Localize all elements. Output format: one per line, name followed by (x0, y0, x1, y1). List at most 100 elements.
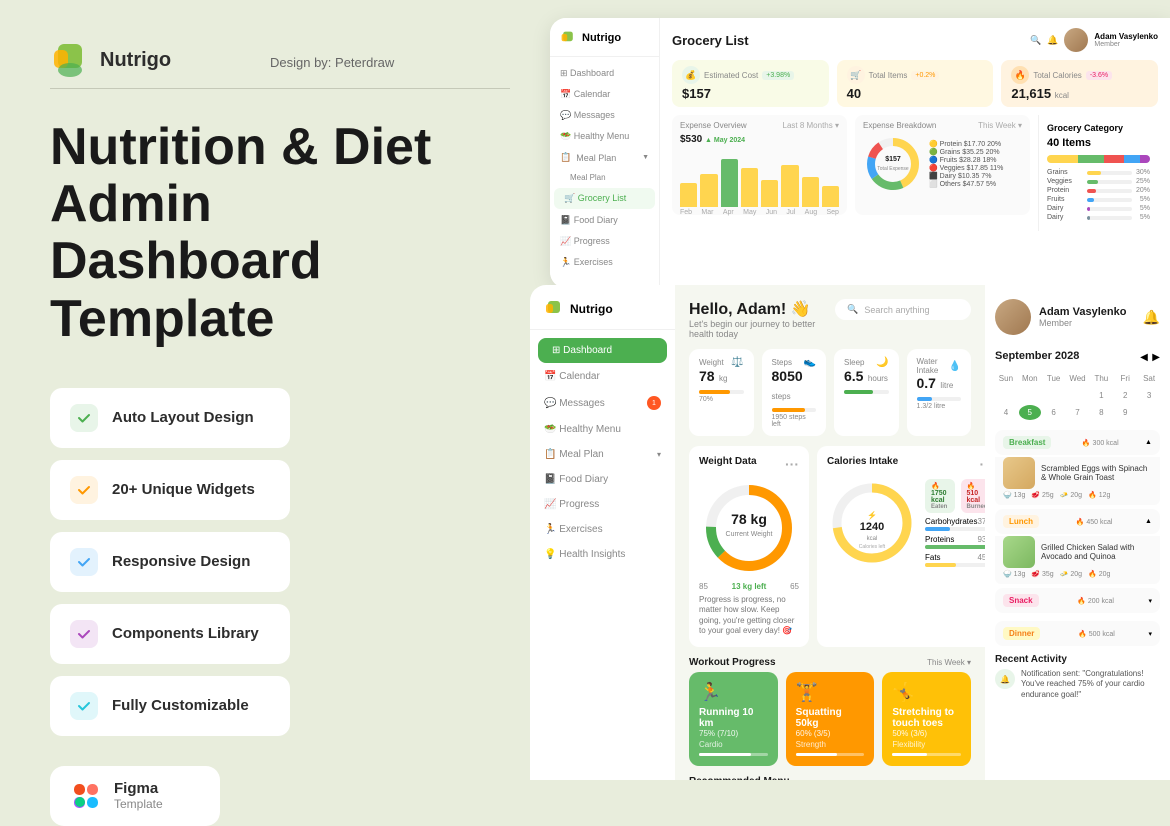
cal-date-empty3 (1043, 388, 1065, 403)
sleep-value: 6.5 hours (844, 368, 889, 386)
search-bar[interactable]: 🔍 Search anything (835, 299, 971, 320)
nav-healthy-menu[interactable]: 🥗 Healthy Menu (550, 126, 659, 147)
nav-food-diary[interactable]: 📓 Food Diary (550, 210, 659, 231)
cal-prev-btn[interactable]: ◀ (1140, 352, 1148, 363)
expand-breakfast-icon[interactable]: ▲ (1145, 439, 1152, 446)
weight-gauge-container: 78 kg Current Weight (699, 478, 799, 578)
weight-range: 85 13 kg left 65 (699, 582, 799, 591)
activity-text: Notification sent: "Congratulations! You… (1021, 669, 1160, 700)
cal-next-btn[interactable]: ▶ (1152, 352, 1160, 363)
stretch-type: Flexibility (892, 740, 961, 749)
steps-label: Steps (772, 358, 792, 367)
calories-widget: Calories Intake ··· ⚡ 1240 kcal Calories (817, 446, 985, 647)
breakfast-thumb (1003, 457, 1035, 489)
cal-date-3[interactable]: 3 (1138, 388, 1160, 403)
meal-breakfast-detail: Scrambled Eggs with Spinach & Whole Grai… (995, 457, 1160, 505)
bs-nav-health-insights[interactable]: 💡 Health Insights (530, 542, 675, 567)
dash-avatar (1064, 28, 1088, 52)
steps-note: 1950 steps left (772, 414, 817, 428)
meal-dinner: Dinner 🔥 500 kcal ▾ (995, 621, 1160, 646)
meal-breakfast: Breakfast 🔥 300 kcal ▲ (995, 430, 1160, 455)
bs-nav-dashboard[interactable]: ⊞ Dashboard (538, 338, 667, 363)
notification-bell-icon[interactable]: 🔔 (1143, 309, 1160, 326)
cal-date-7[interactable]: 7 (1067, 405, 1089, 420)
nav-meal-plan[interactable]: 📋 Meal Plan ▼ (550, 147, 659, 168)
nav-meal-plan-sub[interactable]: Meal Plan (550, 168, 659, 187)
nav-calendar[interactable]: 📅 Calendar (550, 84, 659, 105)
expand-dinner-icon[interactable]: ▾ (1148, 630, 1152, 638)
left-panel: Nutrigo Design by: Peterdraw Nutrition &… (0, 0, 545, 780)
nav-progress[interactable]: 📈 Progress (550, 231, 659, 252)
cal-date-9[interactable]: 9 (1114, 405, 1136, 420)
charts-row: Expense Overview Last 8 Months ▾ $530 ▲ … (672, 115, 1158, 231)
bs-logo: Nutrigo (530, 299, 675, 330)
cal-date-6[interactable]: 6 (1043, 405, 1065, 420)
carbs-row: Carbohydrates 37% (925, 517, 985, 531)
nav-exercises[interactable]: 🏃 Exercises (550, 252, 659, 273)
eaten-label: 🔥 (931, 483, 940, 490)
meal-tag-dinner: Dinner (1003, 627, 1040, 640)
search-icon[interactable]: 🔍 (1030, 35, 1041, 46)
feature-label-4: Fully Customizable (112, 697, 249, 714)
running-icon: 🏃 (699, 682, 768, 703)
workout-cards: 🏃 Running 10 km 75% (7/10) Cardio 🏋️ Squ… (689, 672, 971, 766)
donut-container: $157 Total Expense (863, 134, 923, 194)
cal-date-4[interactable]: 4 (995, 405, 1017, 420)
cal-day-sun: Sun (995, 371, 1017, 386)
sleep-bar (844, 390, 889, 394)
steps-card: Steps 👟 8050 steps 1950 steps left (762, 349, 827, 436)
bs-nav-messages[interactable]: 💬 Messages 1 (530, 389, 675, 417)
stats-row: 💰 Estimated Cost +3.98% $157 🛒 Total Ite… (672, 60, 1158, 107)
expense-breakdown-chart: Expense Breakdown This Week ▾ $157 Total… (855, 115, 1030, 215)
cal-date-5-today[interactable]: 5 (1019, 405, 1041, 420)
nav-messages[interactable]: 💬 Messages (550, 105, 659, 126)
bs-nav-healthy-menu[interactable]: 🥗 Healthy Menu (530, 417, 675, 442)
water-card: Water Intake 💧 0.7 litre 1.3/2 litre (907, 349, 972, 436)
cal-date-8[interactable]: 8 (1090, 405, 1112, 420)
recommended-section: Recommended Menu ··· 🌅 Breakfast 🔥 350 k… (689, 774, 971, 780)
bs-nav-calendar[interactable]: 📅 Calendar (530, 364, 675, 389)
grocery-cat-count: 40 Items (1047, 137, 1150, 149)
nav-dashboard[interactable]: ⊞ Dashboard (550, 63, 659, 84)
stat-cal-badge: -3.6% (1086, 71, 1112, 80)
recommended-more-icon[interactable]: ··· (957, 774, 971, 780)
health-stats-row: Weight ⚖️ 78 kg 70% Steps 👟 (689, 349, 971, 436)
bs-nav-progress[interactable]: 📈 Progress (530, 492, 675, 517)
weight-progress: 70% (699, 396, 744, 403)
activity-dot: 🔔 (995, 669, 1015, 689)
cal-date-1[interactable]: 1 (1090, 388, 1112, 403)
bs-nav-exercises[interactable]: 🏃 Exercises (530, 517, 675, 542)
cal-date-empty1 (995, 388, 1017, 403)
svg-text:Total Expense: Total Expense (877, 166, 909, 172)
chart-title-breakdown: Expense Breakdown This Week ▾ (863, 121, 1022, 130)
dash-sidebar: Nutrigo ⊞ Dashboard 📅 Calendar 💬 Message… (550, 18, 660, 288)
cal-day-fri: Fri (1114, 371, 1136, 386)
bs-nav-food-diary[interactable]: 📓 Food Diary (530, 467, 675, 492)
squat-type: Strength (796, 740, 865, 749)
calorie-gauge: ⚡ 1240 kcal Calories left (827, 478, 917, 568)
expand-lunch-icon[interactable]: ▲ (1145, 518, 1152, 525)
recommended-header: Recommended Menu ··· (689, 774, 971, 780)
figma-title: Figma (114, 780, 163, 797)
cal-date-2[interactable]: 2 (1114, 388, 1136, 403)
nav-grocery-list[interactable]: 🛒 Grocery List (554, 188, 655, 209)
expand-snack-icon[interactable]: ▾ (1148, 597, 1152, 605)
cat-grains: Grains 30% (1047, 169, 1150, 176)
figma-icon (70, 780, 102, 812)
br-role: Member (1039, 318, 1126, 328)
weight-more-icon[interactable]: ··· (785, 456, 799, 472)
bs-nav-meal-plan[interactable]: 📋 Meal Plan ▾ (530, 442, 675, 467)
greeting-sub: Let's begin our journey to better health… (689, 319, 835, 339)
bar-3 (721, 159, 738, 207)
bell-icon[interactable]: 🔔 (1047, 35, 1058, 46)
category-bar-total (1047, 155, 1150, 163)
activity-item: 🔔 Notification sent: "Congratulations! Y… (995, 669, 1160, 700)
figma-subtitle: Template (114, 797, 163, 811)
figma-badge: Figma Template (50, 766, 220, 826)
meal-lunch-detail: Grilled Chicken Salad with Avocado and Q… (995, 536, 1160, 584)
weight-label: Weight (699, 358, 724, 367)
grocery-cat-title: Grocery Category (1047, 123, 1150, 133)
check-icon-blue (70, 548, 98, 576)
search-icon-main: 🔍 (847, 304, 858, 315)
feature-widgets: 20+ Unique Widgets (50, 460, 290, 520)
